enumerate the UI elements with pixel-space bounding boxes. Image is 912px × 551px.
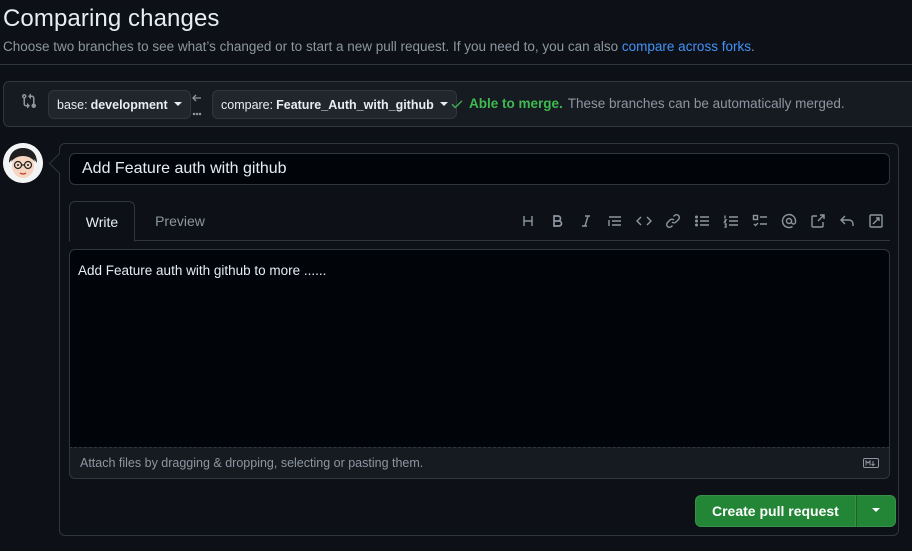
base-branch-value: development: [90, 97, 168, 112]
compare-prefix: compare:: [221, 97, 274, 112]
pr-title-input[interactable]: [69, 153, 890, 185]
code-icon[interactable]: [629, 211, 658, 231]
create-options-dropdown[interactable]: [855, 495, 896, 527]
merge-status-message: These branches can be automatically merg…: [567, 96, 845, 111]
chevron-down-icon: [173, 101, 182, 106]
subtitle-end: .: [750, 39, 755, 54]
divider: [0, 64, 912, 65]
merge-status: Able to merge. These branches can be aut…: [450, 96, 845, 111]
create-pull-request-button[interactable]: Create pull request: [695, 495, 856, 527]
attach-files-bar[interactable]: Attach files by dragging & dropping, sel…: [69, 447, 890, 479]
mention-icon[interactable]: [774, 211, 803, 231]
page-title: Comparing changes: [3, 5, 220, 32]
italic-icon[interactable]: [571, 211, 600, 231]
editor-tabs: Write Preview: [69, 201, 890, 242]
range-editor: base: development compare: Feature_Auth_…: [3, 81, 912, 127]
markdown-icon: [863, 458, 879, 468]
pull-request-form: Write Preview Attach files by dragging &…: [59, 143, 899, 536]
compare-across-forks-link[interactable]: compare across forks: [622, 39, 751, 54]
bold-icon[interactable]: [542, 211, 571, 231]
avatar[interactable]: [3, 143, 43, 183]
merge-status-label: Able to merge.: [469, 96, 563, 111]
subtitle-text: Choose two branches to see what’s change…: [3, 39, 619, 54]
pr-body-textarea[interactable]: [69, 249, 890, 447]
compare-branch-value: Feature_Auth_with_github: [276, 97, 434, 112]
chevron-down-icon: [439, 101, 448, 106]
fullscreen-icon[interactable]: [861, 211, 890, 231]
base-branch-select[interactable]: base: development: [48, 90, 191, 119]
task-list-icon[interactable]: [745, 211, 774, 231]
tab-write[interactable]: Write: [69, 201, 135, 242]
cross-reference-icon[interactable]: [803, 211, 832, 231]
ordered-list-icon[interactable]: [716, 211, 745, 231]
heading-icon[interactable]: [513, 211, 542, 231]
chevron-down-icon: [871, 508, 880, 512]
page-subtitle: Choose two branches to see what’s change…: [3, 39, 755, 54]
reply-icon[interactable]: [832, 211, 861, 231]
check-icon: [451, 100, 463, 108]
create-pr-button-group: Create pull request: [695, 495, 896, 527]
tab-preview[interactable]: Preview: [145, 201, 215, 241]
link-icon[interactable]: [658, 211, 687, 231]
arrow-left-icon: [192, 94, 202, 116]
base-prefix: base:: [57, 97, 88, 112]
avatar-image: [3, 143, 43, 183]
git-compare-icon: [22, 93, 37, 109]
attach-files-text: Attach files by dragging & dropping, sel…: [80, 456, 424, 470]
compare-branch-select[interactable]: compare: Feature_Auth_with_github: [212, 90, 457, 119]
unordered-list-icon[interactable]: [687, 211, 716, 231]
quote-icon[interactable]: [600, 211, 629, 231]
markdown-toolbar: [513, 211, 890, 231]
